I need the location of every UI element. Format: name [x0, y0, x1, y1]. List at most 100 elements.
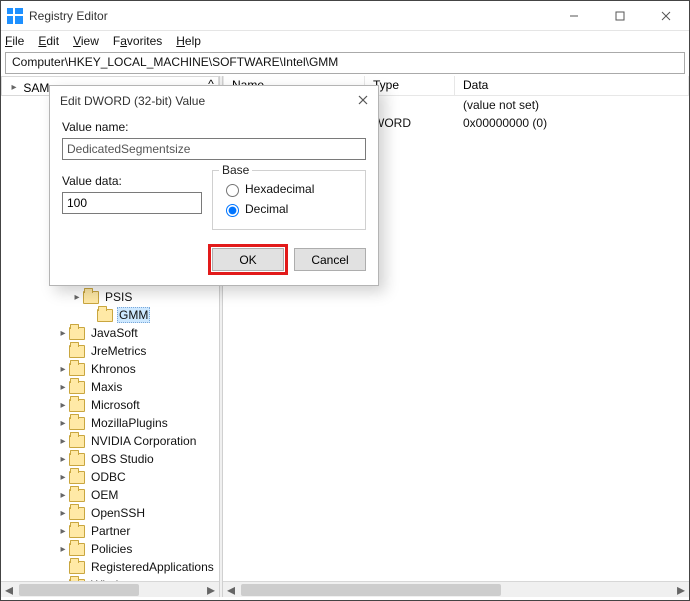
menu-favorites[interactable]: Favorites [113, 34, 162, 48]
titlebar: Registry Editor [1, 1, 689, 31]
list-horizontal-scrollbar[interactable]: ◂ ▸ [223, 581, 689, 597]
value-data-field[interactable] [62, 192, 202, 214]
folder-icon [69, 489, 85, 502]
folder-icon [97, 309, 113, 322]
folder-icon [69, 525, 85, 538]
scroll-thumb[interactable] [241, 584, 501, 596]
tree-header-label: SAM [23, 81, 49, 95]
chevron-right-icon[interactable]: ▸ [57, 327, 69, 339]
tree-item-label: OpenSSH [89, 506, 147, 520]
tree-item-label: GMM [117, 307, 150, 323]
tree-item[interactable]: ▸Partner [1, 522, 219, 540]
value-data-label: Value data: [62, 174, 212, 188]
tree-item-label: PSIS [103, 290, 134, 304]
edit-dword-dialog: Edit DWORD (32-bit) Value Value name: Va… [49, 85, 379, 286]
tree-item[interactable]: ▸ Maxis [1, 378, 219, 396]
window-controls [551, 1, 689, 31]
radio-hexadecimal[interactable] [226, 184, 239, 197]
tree-item-label: Maxis [89, 380, 124, 394]
tree-item[interactable]: ▸ OpenSSH [1, 504, 219, 522]
dialog-close-button[interactable] [358, 94, 368, 108]
menu-help[interactable]: Help [176, 34, 201, 48]
tree-item-label: Khronos [89, 362, 138, 376]
tree-item-label: NVIDIA Corporation [89, 434, 198, 448]
folder-icon [69, 453, 85, 466]
maximize-button[interactable] [597, 1, 643, 31]
folder-icon [69, 543, 85, 556]
chevron-right-icon[interactable]: ▸ [57, 507, 69, 519]
close-button[interactable] [643, 1, 689, 31]
chevron-right-icon[interactable]: ▸ [57, 543, 69, 555]
tree-item-label: OEM [89, 488, 120, 502]
folder-icon [69, 507, 85, 520]
minimize-button[interactable] [551, 1, 597, 31]
tree-item[interactable]: ▸RegisteredApplications [1, 558, 219, 576]
tree-item[interactable]: ▸ OEM [1, 486, 219, 504]
tree-item-label: Policies [89, 542, 134, 556]
cancel-button[interactable]: Cancel [294, 248, 366, 271]
window-title: Registry Editor [29, 9, 108, 23]
folder-icon [69, 471, 85, 484]
folder-icon [69, 417, 85, 430]
folder-icon [69, 561, 85, 574]
chevron-right-icon[interactable]: ▸ [57, 381, 69, 393]
base-label: Base [219, 163, 252, 177]
radio-decimal-label: Decimal [245, 202, 288, 216]
menu-edit[interactable]: Edit [38, 34, 59, 48]
tree-item[interactable]: ▸ Khronos [1, 360, 219, 378]
tree-item[interactable]: ▸ Policies [1, 540, 219, 558]
scroll-right-icon[interactable]: ▸ [673, 582, 689, 598]
chevron-right-icon: ▸ [8, 82, 20, 94]
radio-decimal[interactable] [226, 204, 239, 217]
tree-item-label: JreMetrics [89, 344, 148, 358]
tree-horizontal-scrollbar[interactable]: ◂ ▸ [1, 581, 219, 597]
scroll-left-icon[interactable]: ◂ [223, 582, 239, 598]
address-bar[interactable]: Computer\HKEY_LOCAL_MACHINE\SOFTWARE\Int… [5, 52, 685, 74]
tree-item[interactable]: ▸JreMetrics [1, 342, 219, 360]
folder-icon [69, 345, 85, 358]
chevron-right-icon[interactable]: ▸ [57, 399, 69, 411]
tree-item[interactable]: ▸OBS Studio [1, 450, 219, 468]
radio-hexadecimal-label: Hexadecimal [245, 182, 314, 196]
tree-item[interactable]: ▸ JavaSoft [1, 324, 219, 342]
tree-item-label: ODBC [89, 470, 128, 484]
ok-button[interactable]: OK [212, 248, 284, 271]
chevron-right-icon[interactable]: ▸ [57, 417, 69, 429]
dialog-title: Edit DWORD (32-bit) Value [60, 94, 205, 108]
menubar: File Edit View Favorites Help [1, 31, 689, 51]
chevron-right-icon[interactable]: ▸ [57, 363, 69, 375]
value-name-label: Value name: [62, 120, 366, 134]
tree-item[interactable]: ▸ NVIDIA Corporation [1, 432, 219, 450]
base-groupbox: Base Hexadecimal Decimal [212, 170, 366, 230]
folder-icon [69, 399, 85, 412]
menu-view[interactable]: View [73, 34, 99, 48]
folder-icon [69, 327, 85, 340]
chevron-right-icon[interactable]: ▸ [57, 435, 69, 447]
scroll-left-icon[interactable]: ◂ [1, 582, 17, 598]
tree-item-label: MozillaPlugins [89, 416, 170, 430]
folder-icon [69, 435, 85, 448]
tree-item[interactable]: ▸ MozillaPlugins [1, 414, 219, 432]
regedit-icon [7, 8, 23, 24]
tree-item[interactable]: ▸ Microsoft [1, 396, 219, 414]
tree-item-label: JavaSoft [89, 326, 140, 340]
tree-item[interactable]: ▸GMM [1, 306, 219, 324]
folder-icon [83, 291, 99, 304]
scroll-right-icon[interactable]: ▸ [203, 582, 219, 598]
menu-file[interactable]: File [5, 34, 24, 48]
value-name-field[interactable] [62, 138, 366, 160]
folder-icon [69, 381, 85, 394]
chevron-right-icon[interactable]: ▸ [57, 525, 69, 537]
folder-icon [69, 363, 85, 376]
chevron-right-icon[interactable]: ▸ [57, 453, 69, 465]
chevron-right-icon[interactable]: ▸ [57, 471, 69, 483]
scroll-thumb[interactable] [19, 584, 139, 596]
chevron-right-icon[interactable]: ▸ [57, 489, 69, 501]
tree-item-label: Microsoft [89, 398, 142, 412]
col-data[interactable]: Data [455, 76, 689, 95]
tree-item[interactable]: ▸ PSIS [1, 288, 219, 306]
tree-item[interactable]: ▸ ODBC [1, 468, 219, 486]
chevron-right-icon[interactable]: ▸ [71, 291, 83, 303]
dialog-titlebar[interactable]: Edit DWORD (32-bit) Value [50, 86, 378, 116]
tree-item-label: RegisteredApplications [89, 560, 216, 574]
